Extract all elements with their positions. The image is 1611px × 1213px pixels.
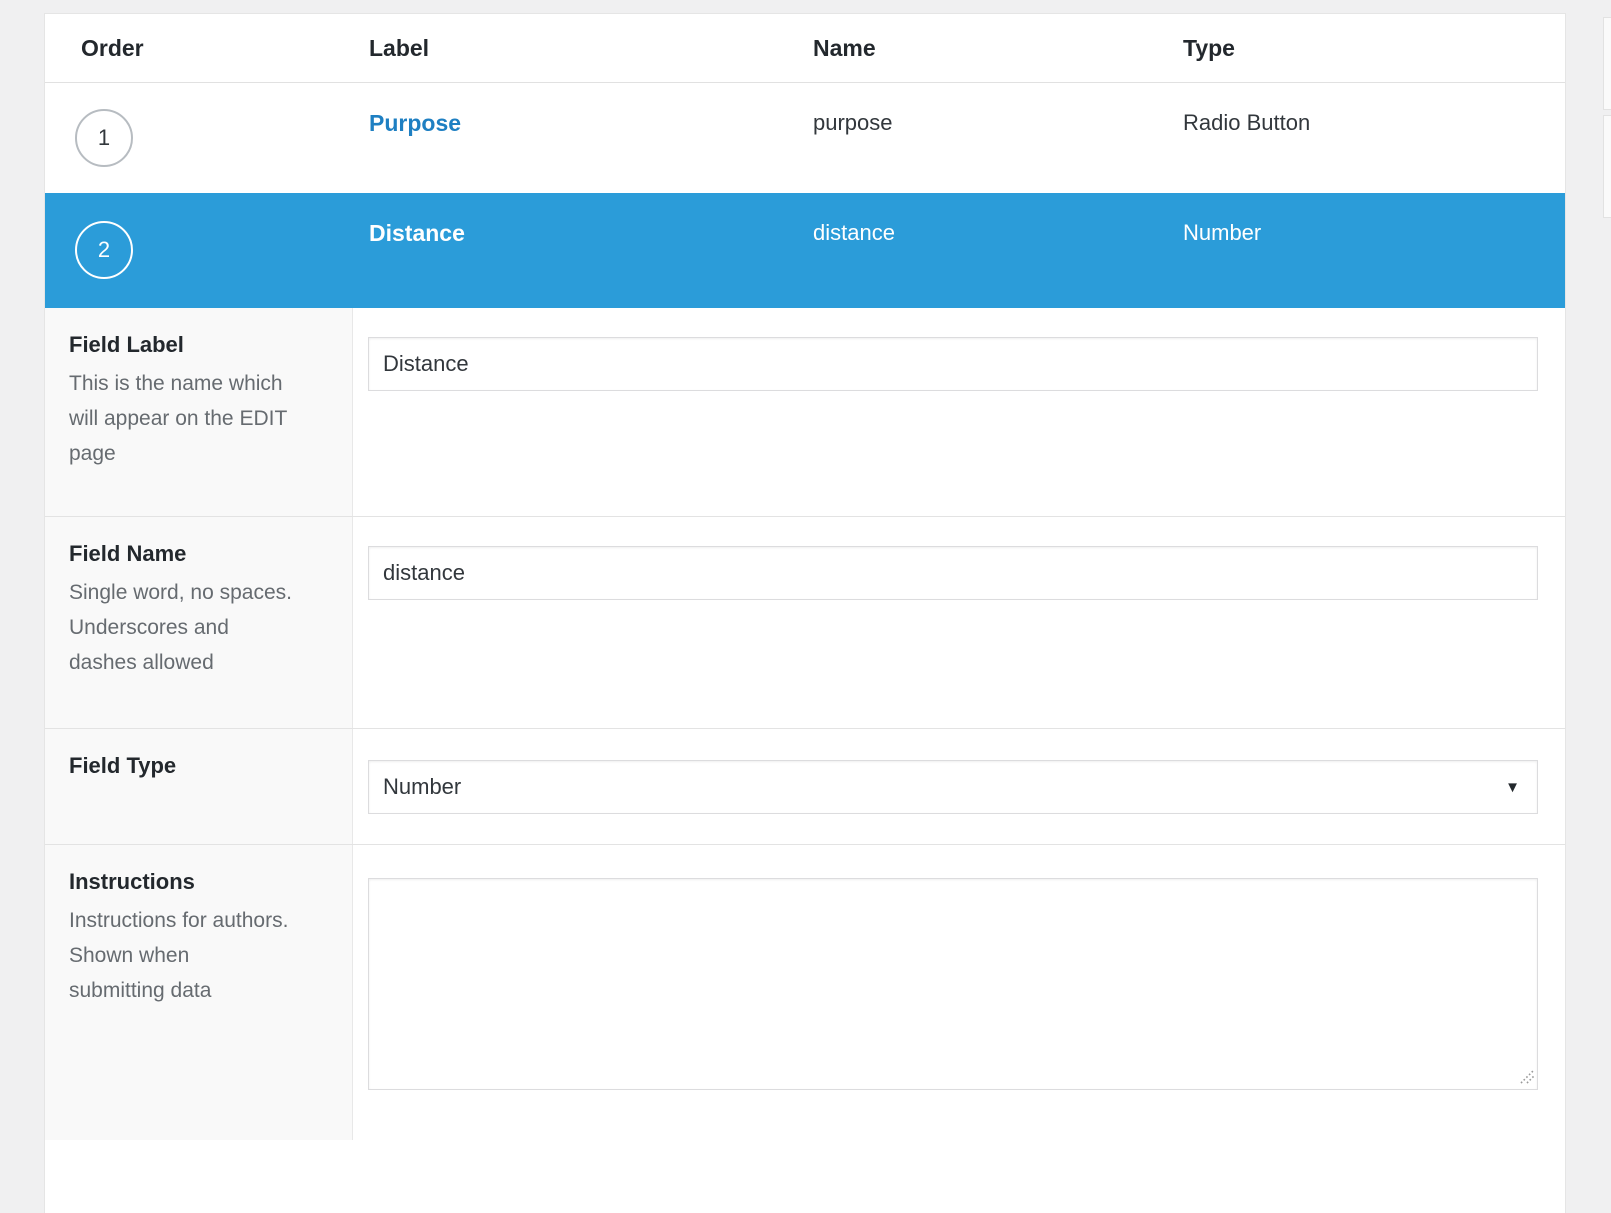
field-type-select[interactable]: Number ▼	[368, 760, 1538, 814]
order-badge: 1	[75, 109, 133, 167]
field-name-cell: distance	[813, 220, 895, 245]
fields-table: Order Label Name Type 1 Purpose purpose …	[44, 13, 1566, 1213]
setting-title-instructions: Instructions	[69, 869, 195, 894]
field-label-link[interactable]: Distance	[369, 193, 813, 308]
setting-row-field-type: Field Type Number ▼	[45, 729, 1565, 845]
instructions-textarea[interactable]	[368, 878, 1538, 1090]
setting-title-field-label: Field Label	[69, 332, 184, 357]
column-header-name: Name	[813, 34, 876, 61]
resize-handle-icon[interactable]	[1517, 1066, 1535, 1084]
setting-title-field-name: Field Name	[69, 541, 187, 566]
table-header-row: Order Label Name Type	[45, 14, 1565, 83]
field-label-link[interactable]: Purpose	[369, 83, 813, 193]
field-row-distance-selected[interactable]: 2 Distance distance Number	[45, 193, 1565, 308]
setting-description: Instructions for authors. Shown when sub…	[69, 909, 289, 1002]
setting-row-field-name: Field Name Single word, no spaces. Under…	[45, 517, 1565, 729]
column-header-label: Label	[369, 34, 430, 61]
column-header-order: Order	[81, 34, 144, 61]
setting-row-field-label: Field Label This is the name which will …	[45, 308, 1565, 517]
chevron-down-icon: ▼	[1505, 778, 1520, 796]
setting-row-instructions: Instructions Instructions for authors. S…	[45, 845, 1565, 1140]
sidebar-panel-edge	[1603, 115, 1611, 218]
setting-description: This is the name which will appear on th…	[69, 372, 288, 465]
field-row-purpose[interactable]: 1 Purpose purpose Radio Button	[45, 83, 1565, 193]
field-name-input[interactable]	[368, 546, 1538, 600]
column-header-type: Type	[1183, 34, 1235, 61]
field-type-selected-value: Number	[383, 774, 462, 799]
order-badge: 2	[75, 221, 133, 279]
sidebar-panel-edge	[1603, 17, 1611, 110]
field-type-cell: Number	[1183, 220, 1262, 245]
setting-title-field-type: Field Type	[69, 753, 177, 778]
setting-description: Single word, no spaces. Underscores and …	[69, 581, 292, 674]
field-label-input[interactable]	[368, 337, 1538, 391]
field-type-cell: Radio Button	[1183, 110, 1311, 135]
field-name-cell: purpose	[813, 110, 893, 135]
